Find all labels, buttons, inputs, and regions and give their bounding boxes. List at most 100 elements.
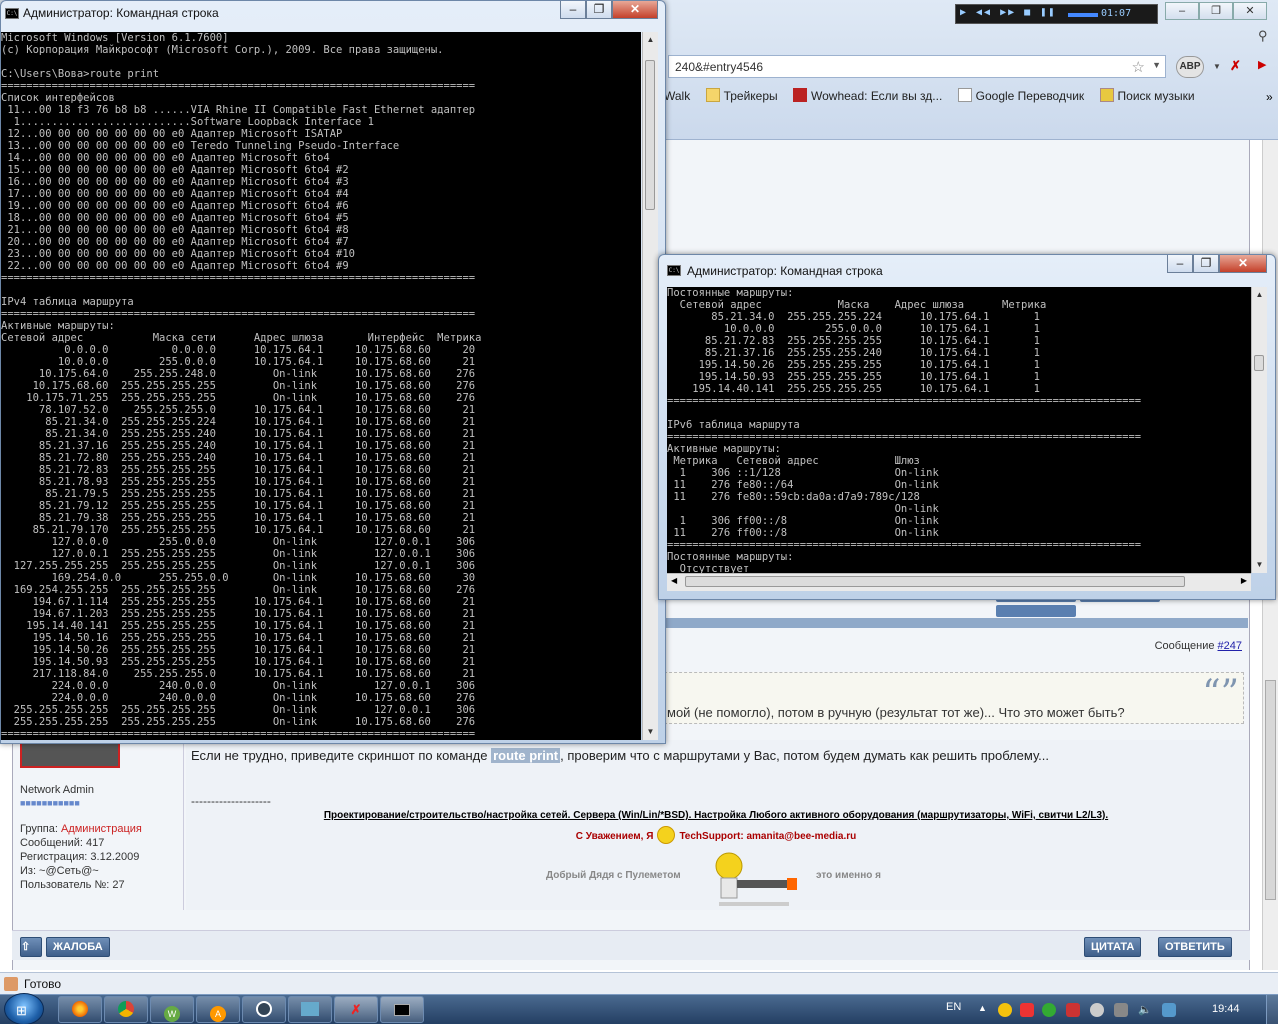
nav-tab[interactable] [996,605,1076,617]
folder-icon [705,88,720,102]
close-button[interactable]: ✕ [1233,2,1267,20]
anti-banner-icon[interactable]: ✗ [1230,58,1241,74]
user-name[interactable]: Network Admin [20,784,94,796]
media-volume-bar[interactable] [1068,13,1098,17]
tray-app-icon[interactable] [1042,1003,1056,1017]
maximize-button[interactable]: ❐ [586,1,612,19]
reply-button[interactable]: ОТВЕТИТЬ [1158,937,1232,957]
scroll-thumb[interactable] [645,60,655,210]
window-title: Администратор: Командная строка [23,6,219,20]
start-button[interactable]: ⊞ [4,993,44,1024]
chrome-icon[interactable] [104,996,148,1023]
taskbar: ⊞ W A ✗ EN ▲ 🔈 19:44 [0,993,1278,1024]
scroll-down-icon[interactable]: ▼ [1252,557,1267,573]
user-registered: Регистрация: 3.12.2009 [20,851,140,863]
media-player-bar[interactable]: ▶ ◀◀ ▶▶ ■ ❚❚ 01:07 [955,4,1158,24]
search-icon[interactable]: ⚲ [1258,28,1268,44]
bookmark-google-translate[interactable]: Google Переводчик [957,88,1084,103]
cmd-icon[interactable] [380,996,424,1023]
cmd-icon: C:\ [5,8,19,19]
post-body: Если не трудно, приведите скриншот по ко… [186,740,1248,910]
signature-caption-left: Добрый Дядя с Пулеметом [546,870,681,881]
show-desktop-button[interactable] [1266,995,1278,1024]
message-link[interactable]: #247 [1218,640,1242,652]
cmd-window-2[interactable]: C:\ Администратор: Командная строка – ❐ … [658,254,1276,600]
console-scrollbar[interactable]: ▲ ▼ [642,32,658,740]
browser-window-controls: – ❐ ✕ [1165,2,1273,20]
abp-dropdown-icon[interactable]: ▼ [1213,62,1221,71]
network-icon[interactable] [288,996,332,1023]
tray-app-icon[interactable] [1066,1003,1080,1017]
minimize-button[interactable]: – [1165,2,1199,20]
user-info: Группа: Администрация Сообщений: 417 Рег… [20,823,142,891]
bookmark-walk[interactable]: Walk [664,89,690,103]
tray-app-icon[interactable] [1162,1003,1176,1017]
avatar[interactable] [20,740,120,768]
console-hscrollbar[interactable]: ◀ ▶ [667,573,1251,591]
minimize-button[interactable]: – [560,1,586,19]
volume-icon[interactable]: 🔈 [1138,1003,1152,1017]
tray-app-icon[interactable] [1090,1003,1104,1017]
machine-gunner-image [715,852,797,906]
quote-button[interactable]: ЦИТАТА [1084,937,1142,957]
maximize-button[interactable]: ❐ [1193,255,1219,273]
user-group: Администрация [60,823,142,835]
page-icon [957,88,972,102]
post-divider [664,618,1248,628]
maximize-button[interactable]: ❐ [1199,2,1233,20]
tray-app-icon[interactable] [1020,1003,1034,1017]
console-scrollbar[interactable]: ▲ ▼ [1251,287,1267,573]
network-status-icon[interactable] [1114,1003,1128,1017]
console-output[interactable]: Microsoft Windows [Version 6.1.7600] (c)… [1,32,641,740]
address-text: 240&#entry4546 [675,60,764,74]
close-button[interactable]: ✕ [1219,255,1267,273]
music-icon [1099,88,1114,102]
post-header: Сообщение #247 [664,628,1248,664]
rank-stars: ■■■■■■■■■■■ [20,798,80,808]
scroll-down-icon[interactable]: ▼ [643,724,658,740]
bookmark-trackers[interactable]: Трейкеры [705,88,778,103]
media-controls-icon[interactable]: ▶ ◀◀ ▶▶ ■ ❚❚ [960,7,1056,18]
media-icon[interactable] [242,996,286,1023]
adblock-plus-button[interactable]: ABP [1176,56,1204,78]
tray-expand-icon[interactable]: ▲ [978,1003,987,1013]
console-output[interactable]: Постоянные маршруты: Сетевой адрес Маска… [667,287,1251,573]
address-bar[interactable]: 240&#entry4546 ☆ ▼ [668,55,1166,78]
firefox-icon[interactable] [58,996,102,1023]
bookmarks-overflow-icon[interactable]: » [1266,90,1273,104]
post-text: Если не трудно, приведите скриншот по ко… [191,748,1049,763]
chevron-down-icon[interactable]: ▼ [1152,60,1161,70]
minimize-button[interactable]: – [1167,255,1193,273]
clock[interactable]: 19:44 [1212,1003,1240,1015]
signature-caption-right: это именно я [816,870,881,881]
scroll-up-icon[interactable]: ▲ [1252,287,1267,303]
adblock-icon[interactable]: ✗ [334,996,378,1023]
scroll-thumb[interactable] [1265,680,1276,900]
signature-line[interactable]: Проектирование/строительство/настройка с… [186,810,1246,821]
aimp-icon[interactable]: A [196,996,240,1023]
bookmark-music-search[interactable]: Поиск музыки [1099,88,1195,103]
scroll-thumb[interactable] [685,576,1185,587]
cmd-window-1[interactable]: C:\ Администратор: Командная строка – ❐ … [0,0,666,744]
language-indicator[interactable]: EN [946,1001,961,1013]
wow-icon[interactable]: W [150,996,194,1023]
wowhead-icon [793,88,807,102]
status-text: Готово [24,977,62,991]
scroll-up-icon[interactable]: ▲ [643,32,658,48]
scroll-left-icon[interactable]: ◀ [671,576,677,585]
bookmark-star-icon[interactable]: ☆ [1132,58,1145,76]
windows-logo-icon: ⊞ [16,1003,27,1018]
media-time: 01:07 [1101,8,1132,19]
more-tools-icon[interactable]: ▶ [1258,58,1266,71]
scroll-top-button[interactable]: ⇧ [20,937,42,957]
bookmark-wowhead[interactable]: Wowhead: Если вы зд... [793,88,942,103]
scroll-right-icon[interactable]: ▶ [1241,576,1247,585]
user-panel: Network Admin ■■■■■■■■■■■ Группа: Админи… [14,740,184,910]
complaint-button[interactable]: ЖАЛОБА [46,937,110,957]
scroll-thumb[interactable] [1254,355,1264,371]
close-button[interactable]: ✕ [612,1,658,19]
tray-app-icon[interactable] [998,1003,1012,1017]
message-number: Сообщение #247 [1154,640,1242,652]
quote-block: “” мой (не помогло), потом в ручную (рез… [664,672,1244,724]
system-tray: EN ▲ 🔈 19:44 [940,995,1278,1024]
